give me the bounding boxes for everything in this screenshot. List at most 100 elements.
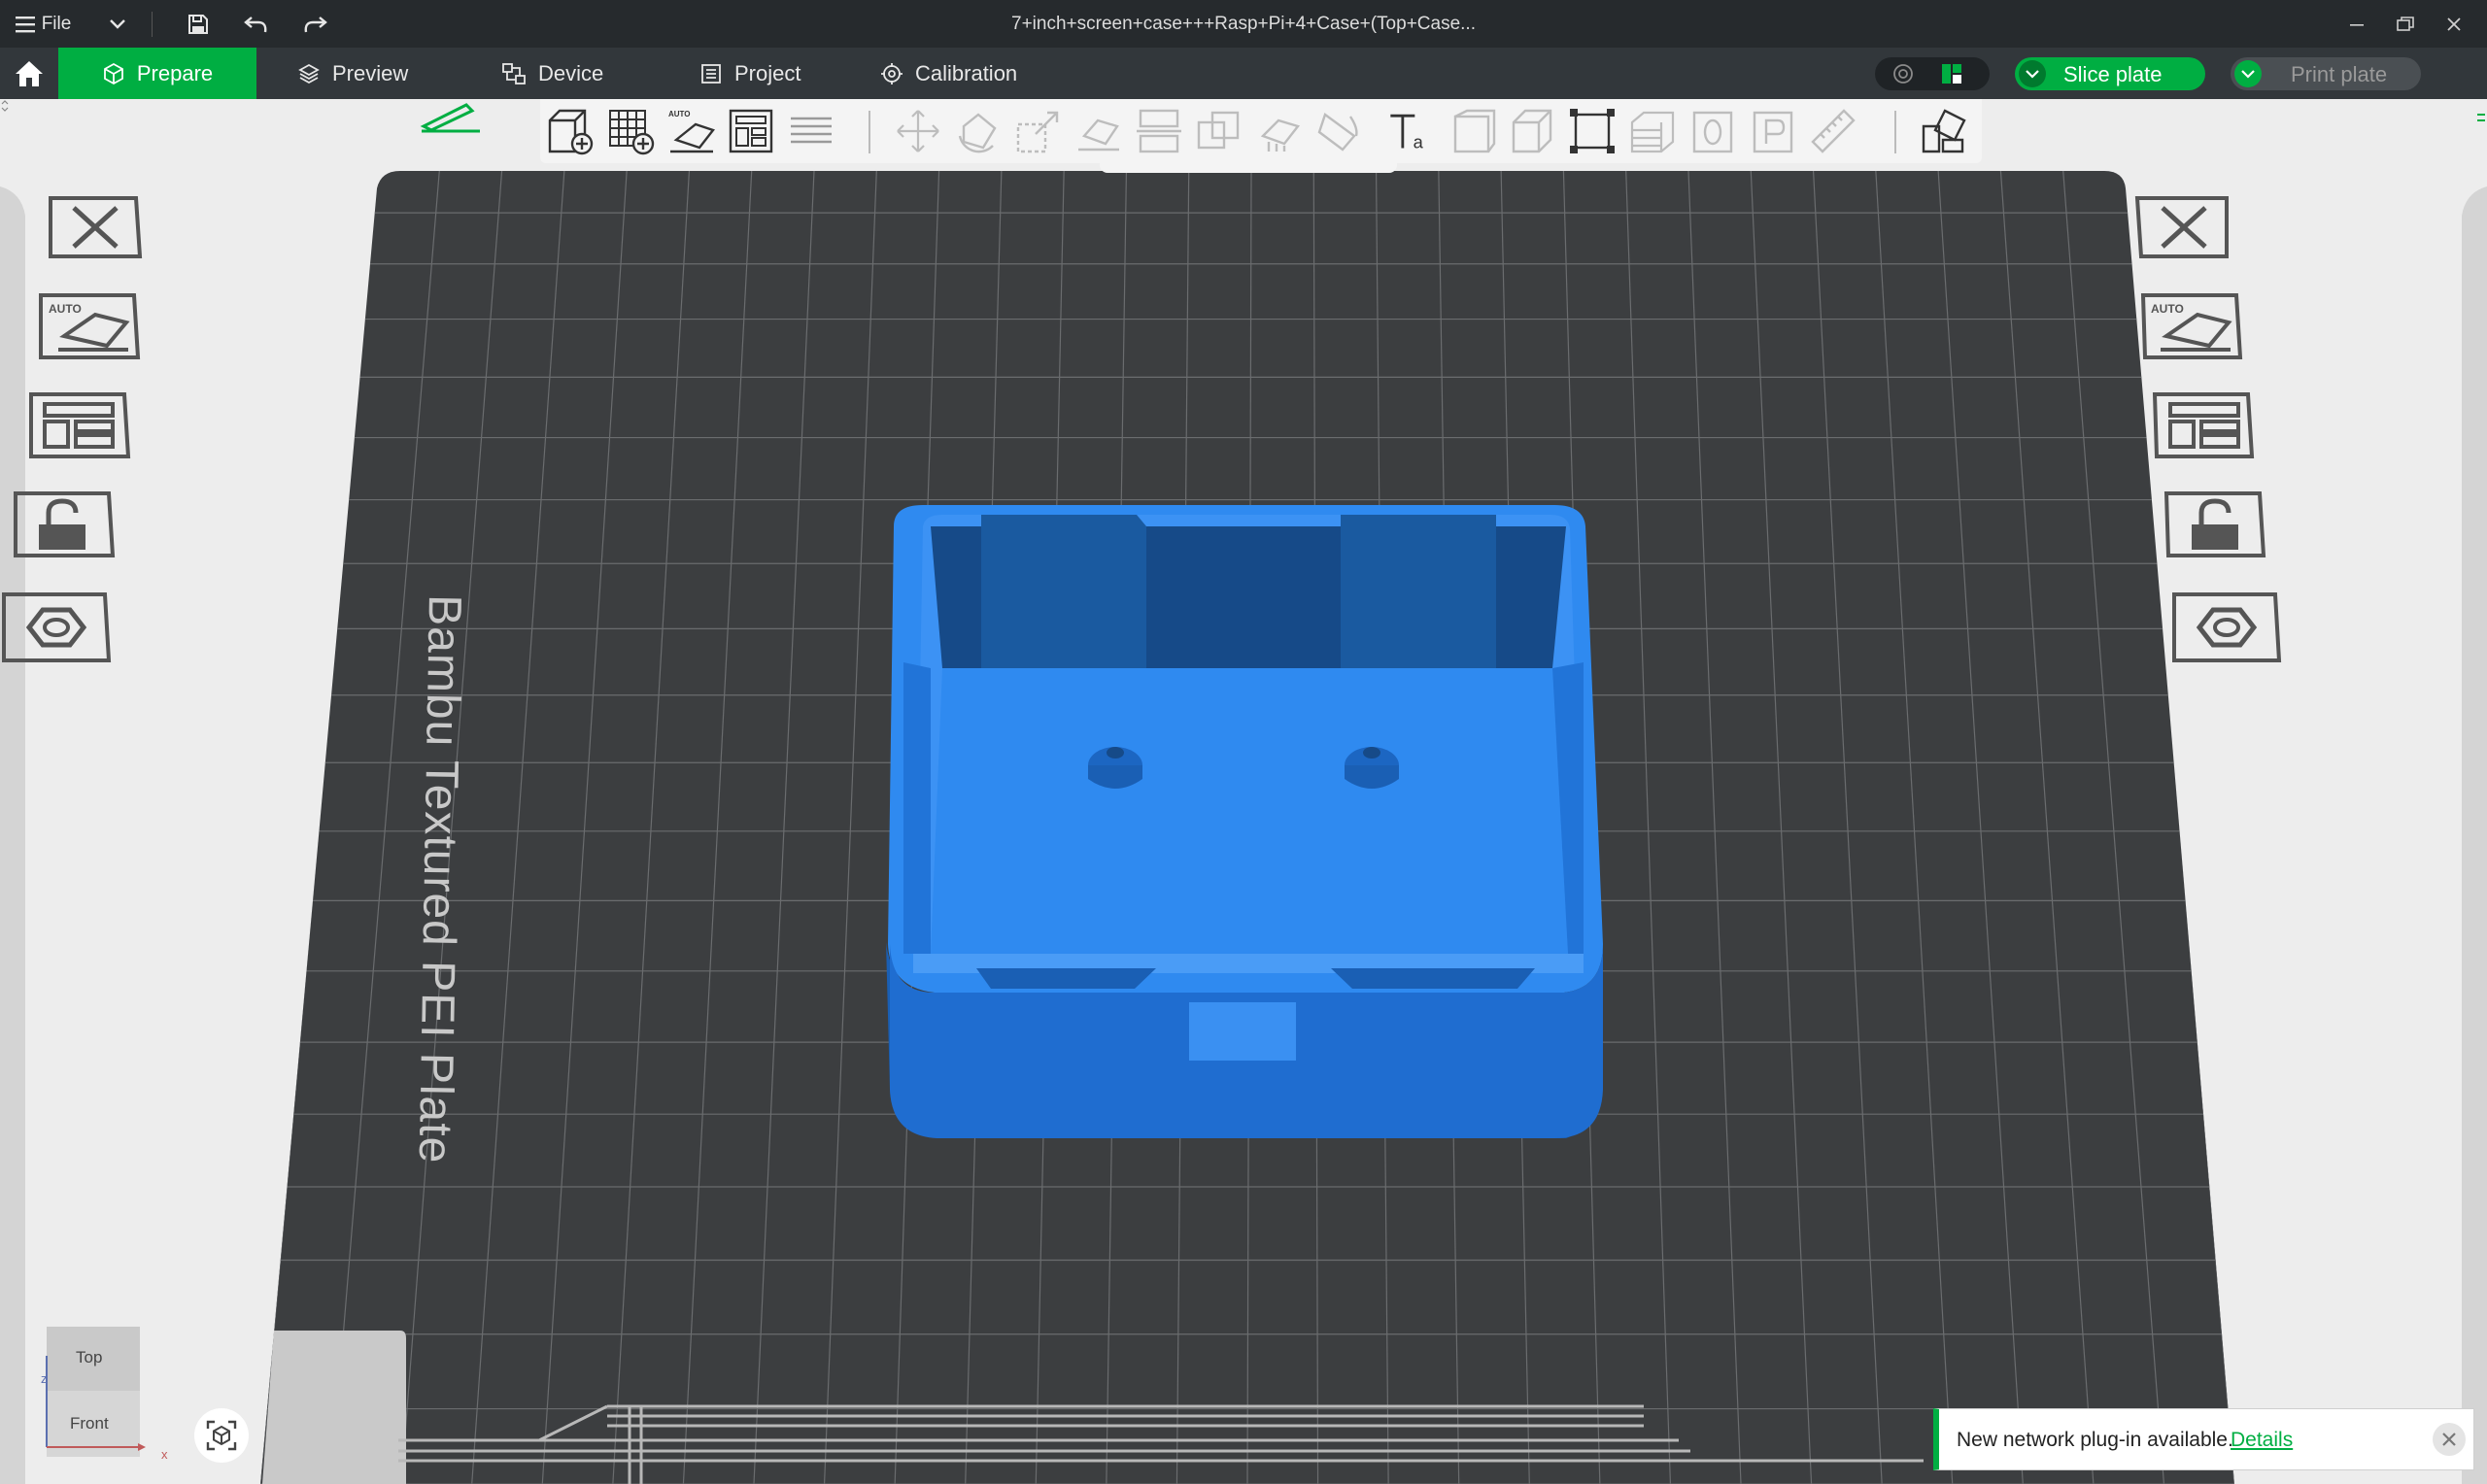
3d-viewport[interactable]: Bambu Textured PEI Plate AUTO AUTO Top F… xyxy=(0,99,2487,1484)
plate-zero-button[interactable] xyxy=(1688,107,1737,155)
svg-text:AUTO: AUTO xyxy=(668,110,691,118)
minimize-button[interactable] xyxy=(2335,0,2378,48)
delete-plate-button-2[interactable] xyxy=(2133,192,2234,262)
svg-text:a: a xyxy=(1414,132,1424,152)
close-icon xyxy=(2442,1433,2456,1446)
cut-tool-button[interactable] xyxy=(1135,107,1183,155)
minimize-icon xyxy=(2350,23,2364,26)
undo-icon xyxy=(244,16,267,32)
tab-project[interactable]: Project xyxy=(699,48,845,99)
view-cube-front-label: Front xyxy=(70,1414,109,1433)
print-plate-button[interactable]: Print plate xyxy=(2231,57,2421,90)
model-case[interactable] xyxy=(886,505,1603,1138)
variable-layer-button[interactable] xyxy=(1448,107,1496,155)
calibration-icon xyxy=(881,62,903,84)
hexagon-settings-icon xyxy=(2,592,112,662)
delete-plate-button[interactable] xyxy=(43,192,144,262)
title-bar: File 7+inch+screen+case+++Rasp+Pi+4+Case… xyxy=(0,0,2487,48)
auto-orient-plate-button[interactable]: AUTO xyxy=(35,289,141,359)
close-icon xyxy=(2447,17,2461,31)
plate-settings-button[interactable] xyxy=(0,589,112,662)
support-paint-button[interactable] xyxy=(1255,107,1304,155)
plate-settings-button-2[interactable] xyxy=(2170,589,2282,662)
rotate-tool-button[interactable] xyxy=(954,107,1003,155)
file-menu-label: File xyxy=(41,13,72,34)
assembly-view-button[interactable] xyxy=(1920,107,1968,155)
print-dropdown-button[interactable] xyxy=(2234,60,2262,87)
redo-icon xyxy=(304,16,327,32)
arrange-plate-button[interactable] xyxy=(25,388,131,458)
tab-prepare[interactable]: Prepare xyxy=(58,48,256,99)
home-button[interactable] xyxy=(0,48,58,99)
notification-details-link[interactable]: Details xyxy=(2231,1429,2293,1452)
camera-button[interactable] xyxy=(1891,62,1916,91)
restore-button[interactable] xyxy=(2384,0,2427,48)
arrange-plate-button-2[interactable] xyxy=(2151,388,2255,458)
file-menu-button[interactable]: File xyxy=(14,0,72,48)
tab-project-label: Project xyxy=(734,60,801,85)
auto-orient-plate-button-2[interactable]: AUTO xyxy=(2139,289,2243,359)
window-title: 7+inch+screen+case+++Rasp+Pi+4+Case+(Top… xyxy=(1011,14,1476,34)
main-tab-bar: Prepare Preview Device Project Calibrati… xyxy=(0,48,2487,99)
auto-orient-icon: AUTO xyxy=(2140,293,2243,359)
close-window-button[interactable] xyxy=(2433,0,2475,48)
tab-calibration-label: Calibration xyxy=(915,60,1018,85)
arrange-button[interactable] xyxy=(727,107,775,155)
layer-height-button[interactable] xyxy=(1628,107,1677,155)
tab-preview[interactable]: Preview xyxy=(297,48,433,99)
text-tool-button[interactable]: a xyxy=(1387,107,1436,155)
unlock-icon xyxy=(14,491,116,557)
slice-plate-button[interactable]: Slice plate xyxy=(2015,57,2205,90)
tab-device[interactable]: Device xyxy=(501,48,637,99)
close-icon xyxy=(49,196,143,258)
auto-orient-icon: AUTO xyxy=(39,293,141,359)
axis-z-label: z xyxy=(41,1371,48,1386)
toolbar-divider-2 xyxy=(1894,111,1896,153)
zoom-to-fit-button[interactable] xyxy=(194,1408,249,1463)
scale-tool-button[interactable] xyxy=(1014,107,1063,155)
expand-right-icon[interactable] xyxy=(2475,109,2487,132)
device-icon xyxy=(502,62,526,84)
move-tool-button[interactable] xyxy=(894,107,942,155)
plate-p-button[interactable] xyxy=(1749,107,1797,155)
monitor-button[interactable] xyxy=(1939,61,1964,92)
notification-close-button[interactable] xyxy=(2433,1423,2466,1456)
build-plate-scene: Bambu Textured PEI Plate xyxy=(0,171,2487,1484)
menu-icon xyxy=(15,16,35,32)
lock-plate-button-2[interactable] xyxy=(2163,488,2266,557)
edit-plate-name-icon[interactable] xyxy=(418,99,484,134)
redo-button[interactable] xyxy=(297,0,332,48)
fit-bounding-box-button[interactable] xyxy=(1568,107,1617,155)
toolbar-collapse-handle[interactable] xyxy=(1100,161,1397,173)
add-plate-button[interactable] xyxy=(606,107,655,155)
camera-icon xyxy=(1893,64,1913,84)
file-dropdown-button[interactable] xyxy=(101,0,134,48)
measure-face-button[interactable] xyxy=(1508,107,1556,155)
tab-prepare-label: Prepare xyxy=(136,60,214,85)
view-cube[interactable]: Top Front z x xyxy=(23,1321,179,1467)
svg-text:AUTO: AUTO xyxy=(2151,302,2184,316)
multi-device-icon xyxy=(1942,64,1961,84)
tab-calibration[interactable]: Calibration xyxy=(880,48,1055,99)
seam-paint-button[interactable] xyxy=(1315,107,1364,155)
chevron-down-icon xyxy=(110,18,125,29)
print-plate-label: Print plate xyxy=(2291,62,2388,86)
undo-button[interactable] xyxy=(239,0,274,48)
lay-on-face-button[interactable] xyxy=(1074,107,1123,155)
notification-message: New network plug-in available. xyxy=(1957,1429,2233,1451)
boolean-tool-button[interactable] xyxy=(1195,107,1244,155)
lock-plate-button[interactable] xyxy=(10,488,116,557)
measure-tool-button[interactable] xyxy=(1809,107,1857,155)
add-object-button[interactable] xyxy=(546,107,595,155)
auto-orient-button[interactable]: AUTO xyxy=(666,107,715,155)
svg-text:AUTO: AUTO xyxy=(49,302,82,316)
restore-icon xyxy=(2397,16,2414,31)
home-icon xyxy=(16,60,43,86)
slice-dropdown-button[interactable] xyxy=(2019,60,2046,87)
object-toolbar: AUTO a xyxy=(540,99,1982,163)
arrange-icon xyxy=(29,392,131,458)
collapse-sidebar-icon[interactable] xyxy=(0,99,14,113)
split-layers-button[interactable] xyxy=(787,107,835,155)
save-button[interactable] xyxy=(181,0,216,48)
right-edge-shadow xyxy=(2462,186,2487,1484)
